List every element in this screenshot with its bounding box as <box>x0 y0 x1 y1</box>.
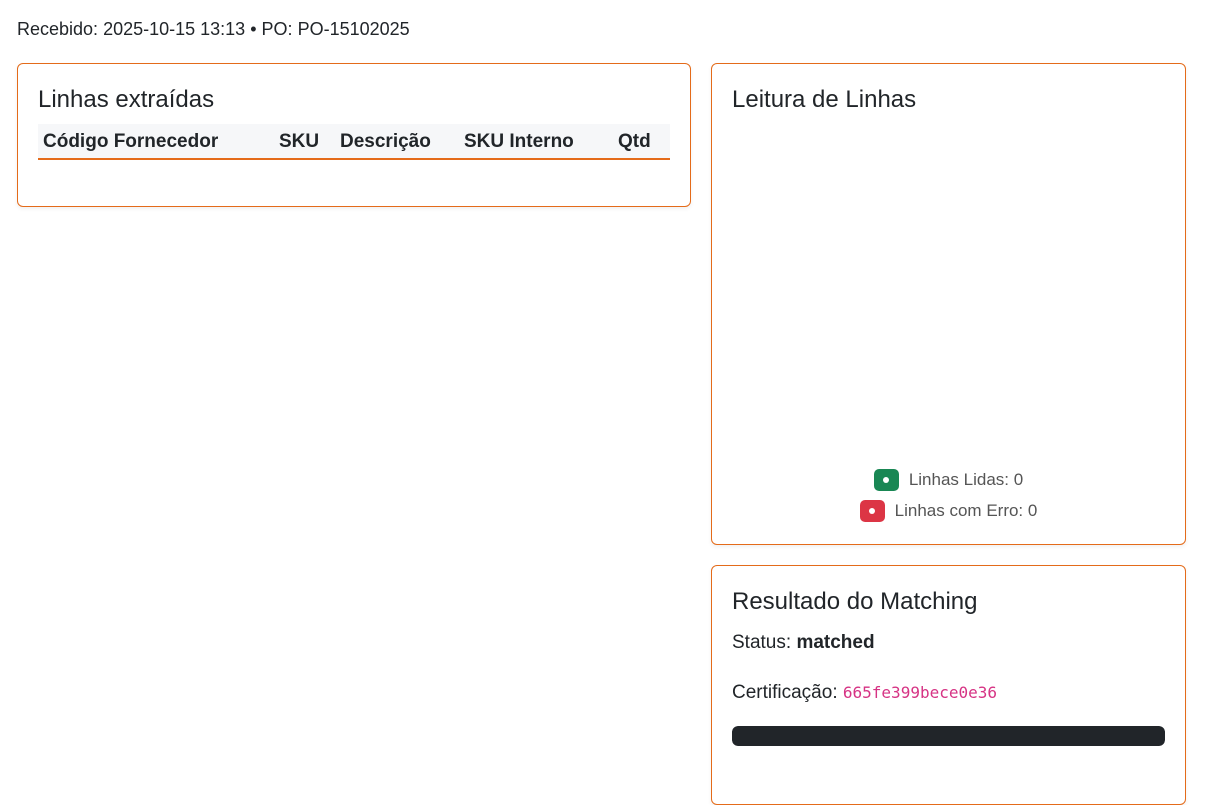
po-number: PO-15102025 <box>297 19 410 39</box>
matching-result-title: Resultado do Matching <box>732 588 978 615</box>
column-sku[interactable]: SKU <box>274 124 335 160</box>
column-internal-sku[interactable]: SKU Interno <box>459 124 613 160</box>
matching-result-card: Resultado do Matching Status: matched Ce… <box>711 565 1186 805</box>
legend-label-read: Linhas Lidas: 0 <box>908 470 1024 489</box>
table-header-row: Código Fornecedor SKU Descrição SKU Inte… <box>38 124 670 160</box>
status-value: matched <box>796 632 875 653</box>
extracted-lines-card: Linhas extraídas Código Fornecedor SKU D… <box>17 63 691 207</box>
progress-fill <box>732 726 1165 746</box>
status-line: Status: matched <box>732 632 875 654</box>
receipt-info: Recebido: 2025-10-15 13:13 • PO: PO-1510… <box>17 18 410 40</box>
column-description[interactable]: Descrição <box>335 124 459 160</box>
line-reading-card: Leitura de Linhas Linhas Lidas: 0 Linhas… <box>711 63 1186 545</box>
certification-code: 665fe399bece0e36 <box>842 683 998 702</box>
certification-line: Certificação: 665fe399bece0e36 <box>732 682 997 704</box>
column-qty[interactable]: Qtd <box>613 124 670 160</box>
status-label: Status: <box>732 632 792 653</box>
separator: • <box>250 19 257 39</box>
legend-label-error: Linhas com Erro: 0 <box>894 501 1038 520</box>
extracted-lines-title: Linhas extraídas <box>38 86 215 113</box>
column-supplier-code[interactable]: Código Fornecedor <box>38 124 274 160</box>
progress-bar <box>732 726 1165 746</box>
legend-swatch-green <box>873 469 899 491</box>
received-timestamp: 2025-10-15 13:13 <box>103 19 246 39</box>
legend-swatch-red <box>859 500 885 522</box>
certification-label: Certificação: <box>732 682 838 703</box>
extracted-lines-table: Código Fornecedor SKU Descrição SKU Inte… <box>38 124 670 160</box>
line-reading-title: Leitura de Linhas <box>732 86 917 113</box>
legend-item-read[interactable]: Linhas Lidas: 0 <box>712 469 1185 491</box>
received-label: Recebido: <box>17 19 99 39</box>
legend-item-error[interactable]: Linhas com Erro: 0 <box>712 500 1185 522</box>
po-label: PO: <box>261 19 293 39</box>
